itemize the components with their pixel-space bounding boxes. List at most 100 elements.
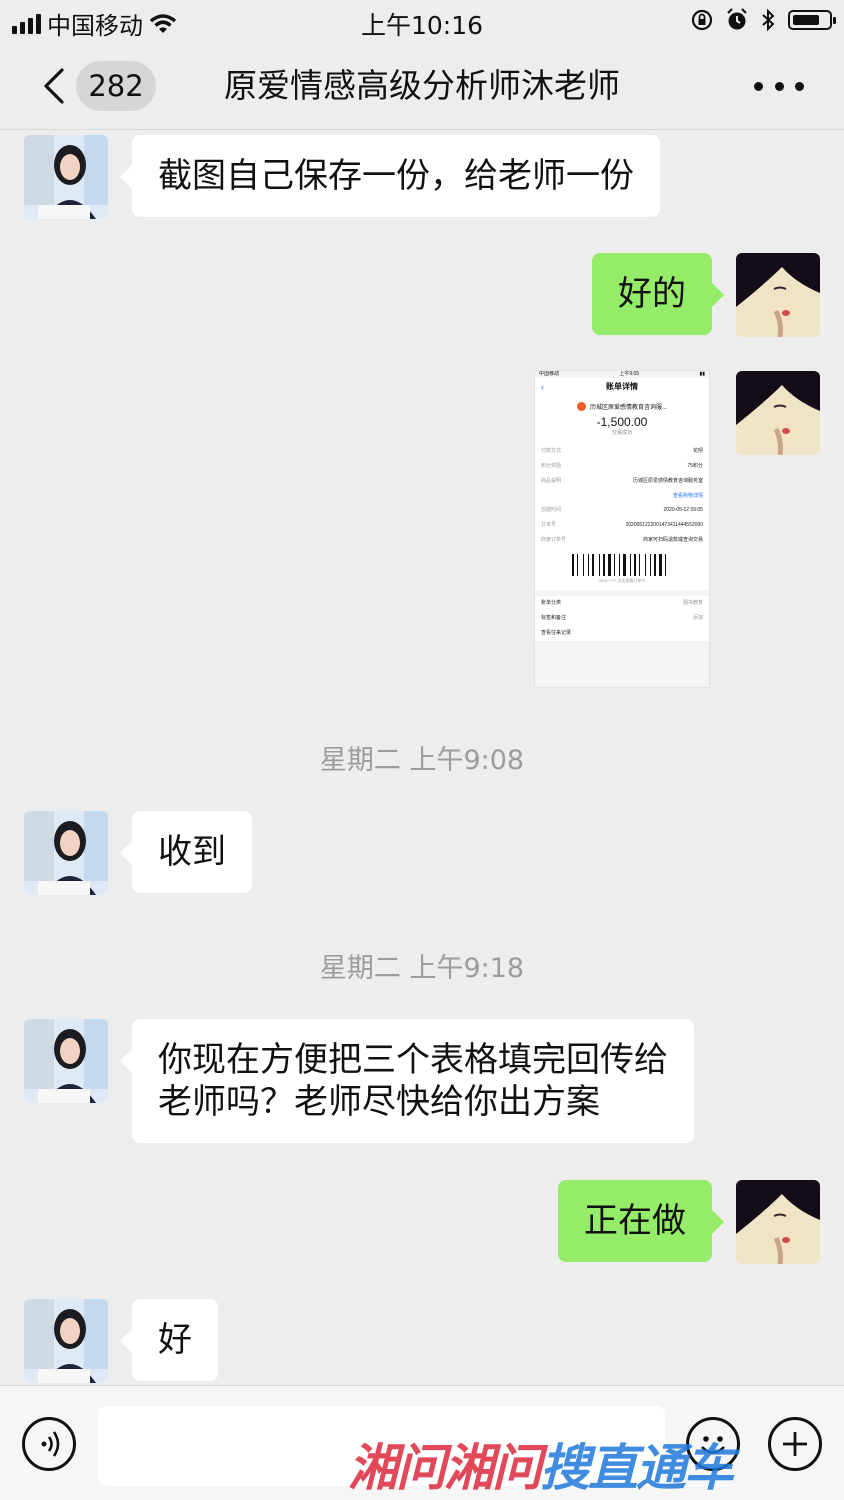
receipt-back-icon: ‹ — [541, 382, 544, 392]
barcode-bar — [603, 554, 605, 576]
barcode-bar — [637, 554, 638, 576]
timestamp: 星期二 上午9:08 — [319, 745, 525, 776]
contact-avatar[interactable] — [24, 811, 108, 895]
receipt-status-bar: 中国移动 上午9:05 ▮▮ — [539, 371, 705, 377]
barcode-bar — [663, 554, 664, 576]
rotation-lock-icon — [691, 9, 713, 31]
message-line: 老师吗？老师尽快给你出方案 — [158, 1082, 600, 1122]
receipt-row: 订单号 20200512220014734114445520​90 — [541, 522, 703, 528]
message-line: 你现在方便把三个表格填完回传给 — [158, 1040, 668, 1080]
receipt-row: 账单分类 图书教育 — [541, 600, 703, 606]
chat-header: 282 原爱情感高级分析师沐老师 — [0, 44, 844, 130]
teacher-avatar-image — [24, 811, 108, 895]
chat-title: 原爱情感高级分析师沐老师 — [224, 66, 620, 105]
barcode-bar — [577, 554, 578, 576]
barcode-bar — [650, 554, 651, 576]
barcode-bar — [654, 554, 656, 576]
receipt-row: 标签和备注 添加 — [541, 615, 703, 621]
voice-icon[interactable] — [22, 1417, 76, 1471]
status-right — [690, 8, 836, 32]
contact-avatar[interactable] — [24, 1019, 108, 1103]
barcode-bar — [575, 554, 576, 576]
barcode-bar — [583, 554, 584, 576]
barcode-bar — [630, 554, 631, 576]
receipt-card: 历城区原爱感情教育咨询服... -1,500.00 交易成功 付款方式 花呗 积分… — [535, 396, 709, 590]
chevron-left-icon[interactable] — [38, 64, 78, 108]
barcode-bar — [572, 554, 574, 576]
message-bubble[interactable]: 正在做 — [558, 1180, 724, 1262]
merchant-logo-icon — [576, 402, 586, 411]
my-avatar[interactable] — [736, 1180, 820, 1264]
receipt-row: 商家订单号 商家可扫码退款或查询交易 — [541, 537, 703, 543]
barcode-bar — [623, 554, 626, 576]
plus-icon[interactable] — [768, 1417, 822, 1471]
contact-avatar[interactable] — [24, 135, 108, 219]
receipt-image-message[interactable]: 中国移动 上午9:05 ▮▮ ‹ 账单详情 历城区原爱感情教育咨询服... -1… — [534, 370, 710, 688]
user-avatar-image — [736, 1180, 820, 1264]
receipt-title: 账单详情 — [606, 382, 638, 391]
barcode-bar — [659, 554, 662, 576]
more-dots-icon[interactable] — [754, 74, 804, 98]
barcode-bar — [592, 554, 594, 576]
contact-avatar[interactable] — [24, 1299, 108, 1383]
receipt-row: 查看往来记录 — [541, 630, 572, 636]
barcode-bar — [647, 554, 649, 576]
user-avatar-image — [736, 253, 820, 337]
status-bar: 中国移动 上午10:16 — [0, 0, 844, 44]
message-bubble[interactable]: 好 — [120, 1299, 218, 1381]
battery-icon — [788, 10, 836, 30]
user-avatar-image — [736, 371, 820, 455]
barcode-bar — [585, 554, 587, 576]
teacher-avatar-image — [24, 135, 108, 219]
barcode-bar — [632, 554, 633, 576]
receipt-amount: -1,500.00 — [596, 415, 648, 429]
barcode-bar — [667, 554, 669, 576]
teacher-avatar-image — [24, 1019, 108, 1103]
barcode-bar — [579, 554, 582, 576]
barcode-bar — [634, 554, 636, 576]
my-avatar[interactable] — [736, 371, 820, 455]
message-bubble[interactable]: 好的 — [592, 253, 724, 335]
barcode-bar — [657, 554, 658, 576]
receipt-merchant-name: 历城区原爱感情教育咨询服... — [589, 405, 667, 411]
receipt-row: 商品说明 历城区原爱感情教育咨询服务室 — [541, 478, 703, 484]
message-bubble[interactable]: 你现在方便把三个表格填完回传给 老师吗？老师尽快给你出方案 — [120, 1019, 694, 1143]
barcode-bar — [627, 554, 629, 576]
bluetooth-icon — [762, 8, 775, 32]
barcode-bar — [639, 554, 640, 576]
message-bubble[interactable]: 收到 — [120, 811, 252, 893]
receipt-row: 积分奖励 75积分 — [541, 463, 703, 469]
receipt-status-time: 上午9:05 — [619, 371, 640, 377]
barcode-bar — [588, 554, 589, 576]
barcode-bar — [601, 554, 602, 576]
barcode-bar — [608, 554, 611, 576]
receipt-detail-link: 查看购物详情 — [672, 493, 703, 499]
barcode-bar — [606, 554, 607, 576]
barcode-bar — [665, 554, 666, 576]
my-avatar[interactable] — [736, 253, 820, 337]
message-list[interactable]: 截图自己保存一份，给老师一份 好的 中国移动 上午9:05 ▮▮ ‹ 账单详情 … — [0, 130, 844, 1385]
barcode-bar — [641, 554, 644, 576]
barcode-bar — [616, 554, 618, 576]
receipt-status: 交易成功 — [611, 430, 632, 436]
barcode-bar — [645, 554, 646, 576]
receipt-merchant: 历城区原爱感情教育咨询服... — [541, 398, 703, 411]
message-bubble[interactable]: 截图自己保存一份，给老师一份 — [120, 135, 660, 217]
barcode-bar — [652, 554, 653, 576]
receipt-status-carrier: 中国移动 — [539, 371, 560, 377]
alarm-icon — [727, 8, 747, 30]
barcode-note: 3915 ***** 点击查看订单号 — [598, 578, 646, 583]
barcode-bar — [590, 554, 591, 576]
site-watermark: 湘问湘问搜直通车 — [348, 1439, 734, 1497]
barcode-bar — [614, 554, 615, 576]
barcode-image — [572, 554, 672, 576]
barcode-bar — [619, 554, 620, 576]
barcode-bar — [621, 554, 622, 576]
receipt-section: 账单分类 图书教育 标签和备注 添加 查看往来记录 — [535, 596, 709, 641]
receipt-title-bar: ‹ 账单详情 — [535, 378, 709, 396]
receipt-row: 付款方式 花呗 — [541, 448, 703, 454]
teacher-avatar-image — [24, 1299, 108, 1383]
battery-fill — [793, 15, 819, 25]
timestamp: 星期二 上午9:18 — [319, 953, 525, 984]
unread-count-badge[interactable]: 282 — [76, 61, 156, 111]
